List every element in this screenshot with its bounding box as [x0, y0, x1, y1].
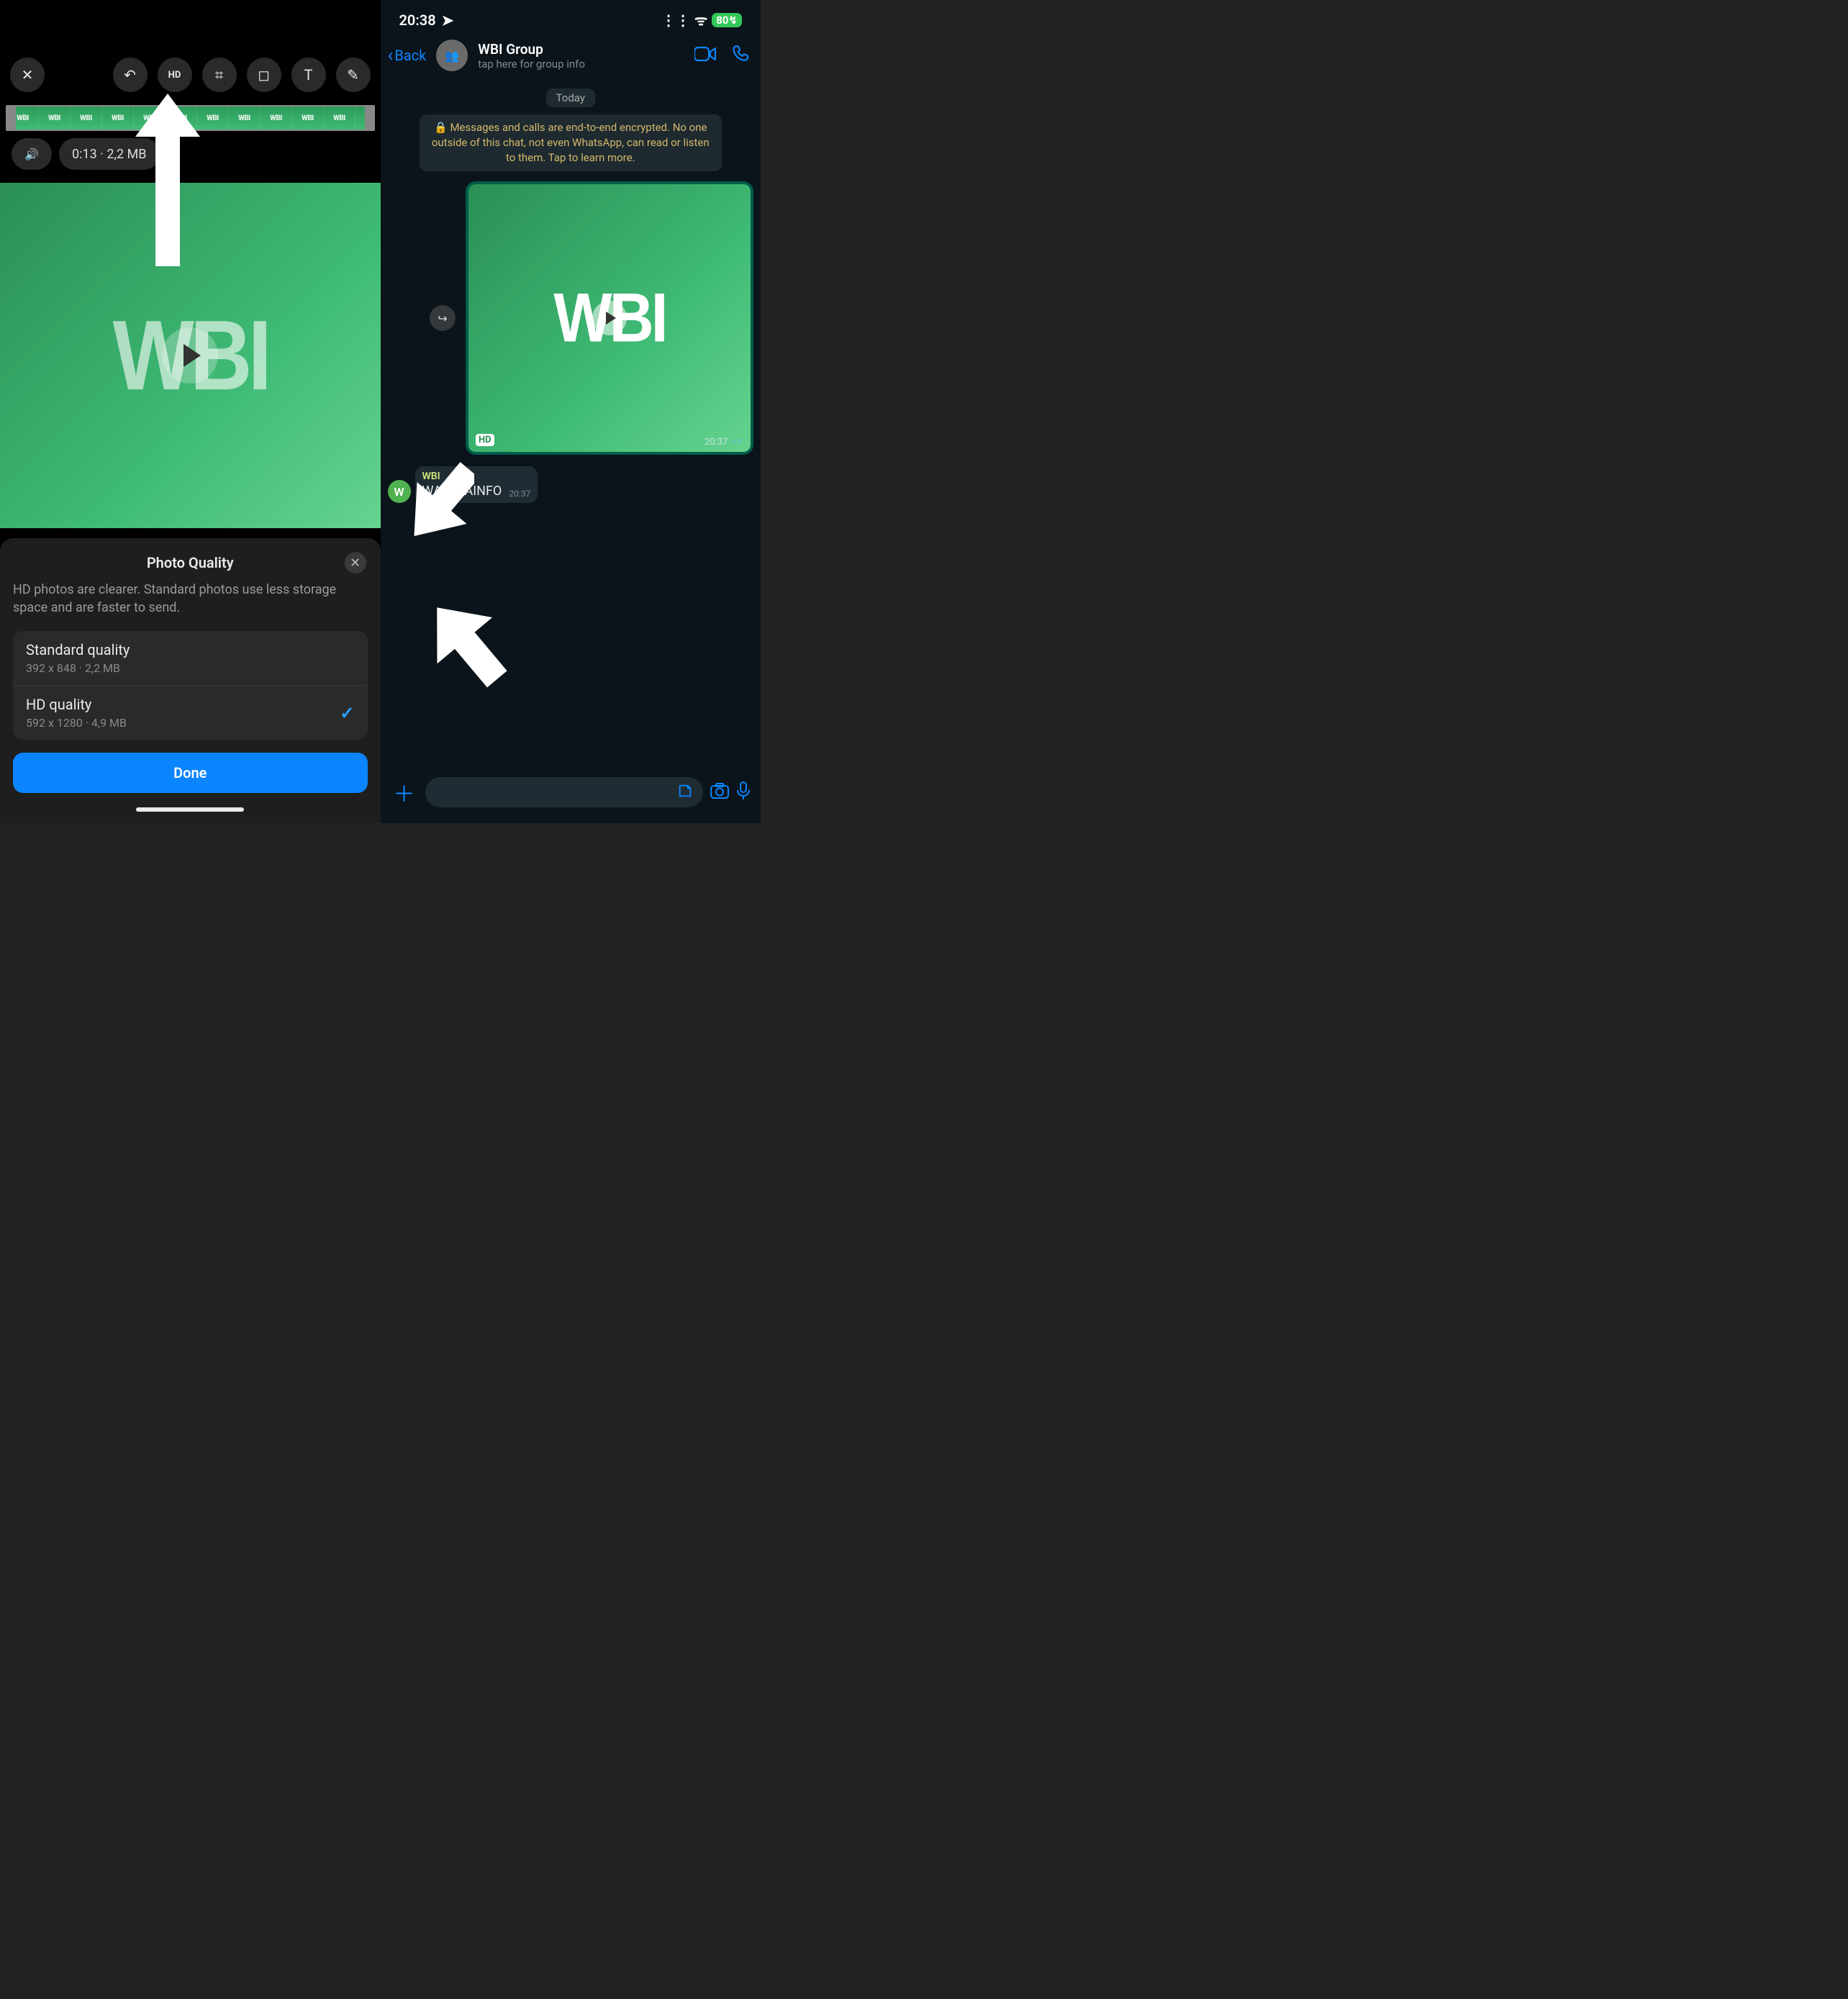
- done-button[interactable]: Done: [13, 753, 368, 793]
- mute-button[interactable]: 🔊: [12, 138, 52, 170]
- play-icon: [184, 344, 201, 367]
- play-icon: [606, 312, 616, 325]
- back-button[interactable]: ‹ Back: [388, 45, 427, 66]
- video-editor-screen: ✕ ↶ HD ⌗ ◻ T ✎ WBI WBI WBI WBI WBI WBI W…: [0, 0, 381, 823]
- close-icon: ✕: [22, 66, 34, 83]
- message-input[interactable]: [425, 777, 704, 807]
- close-icon: ✕: [350, 556, 361, 571]
- video-call-button[interactable]: [694, 46, 716, 65]
- option-subtitle: 592 x 1280 · 4,9 MB: [26, 716, 355, 730]
- sticker-input-icon[interactable]: [677, 783, 693, 802]
- annotation-arrow-down: [409, 460, 474, 546]
- text-button[interactable]: T: [291, 58, 326, 92]
- chat-header: ‹ Back 👥 WBI Group tap here for group in…: [381, 35, 761, 78]
- crop-button[interactable]: ⌗: [202, 58, 237, 92]
- lock-icon: 🔒: [434, 121, 448, 134]
- encryption-text: Messages and calls are end-to-end encryp…: [432, 121, 710, 164]
- volume-icon: 🔊: [24, 148, 39, 161]
- statusbar-left: 20:38 ➤: [399, 12, 454, 29]
- sender-avatar[interactable]: W: [388, 480, 411, 503]
- pen-icon: ✎: [347, 66, 359, 83]
- chat-screen: 20:38 ➤ ⋮⋮ ᯤ 80↯ ‹ Back 👥 WBI Group tap …: [381, 0, 761, 823]
- sticker-button[interactable]: ◻: [247, 58, 281, 92]
- hd-badge: HD: [476, 434, 494, 446]
- group-avatar[interactable]: 👥: [436, 40, 468, 71]
- trim-frame: WBI: [39, 106, 71, 130]
- quality-option-hd[interactable]: HD quality 592 x 1280 · 4,9 MB ✓: [13, 686, 368, 740]
- outgoing-media-bubble[interactable]: ↪ WBI HD 20:37 ✓✓: [466, 181, 753, 455]
- text-icon: T: [304, 66, 313, 83]
- media-play-button[interactable]: [592, 301, 627, 335]
- annotation-arrow-upleft: [424, 597, 510, 690]
- quality-option-standard[interactable]: Standard quality 392 x 848 · 2,2 MB: [13, 631, 368, 686]
- annotation-arrow-up: [135, 94, 200, 266]
- trim-frame: WBI: [324, 106, 355, 130]
- quality-options-list: Standard quality 392 x 848 · 2,2 MB HD q…: [13, 631, 368, 740]
- sheet-title: Photo Quality: [147, 554, 234, 571]
- sheet-description: HD photos are clearer. Standard photos u…: [13, 581, 368, 617]
- encryption-banner[interactable]: 🔒 Messages and calls are end-to-end encr…: [420, 114, 722, 171]
- sheet-close-button[interactable]: ✕: [345, 552, 366, 574]
- back-label: Back: [394, 47, 426, 64]
- signal-icon: ⋮⋮: [661, 12, 690, 29]
- trim-frame: WBI: [7, 106, 39, 130]
- attach-button[interactable]: ＋: [391, 776, 418, 808]
- voice-call-button[interactable]: [732, 45, 751, 66]
- selected-check-icon: ✓: [340, 703, 354, 723]
- chat-title: WBI Group: [478, 41, 679, 58]
- undo-button[interactable]: ↶: [113, 58, 148, 92]
- trim-frame: WBI: [229, 106, 261, 130]
- read-checks-icon: ✓✓: [730, 437, 742, 448]
- media-thumbnail[interactable]: WBI HD 20:37 ✓✓: [468, 184, 751, 452]
- trim-frame: WBI: [292, 106, 324, 130]
- photo-quality-sheet: Photo Quality ✕ HD photos are clearer. S…: [0, 538, 381, 823]
- chat-subtitle: tap here for group info: [478, 58, 679, 71]
- chevron-left-icon: ‹: [388, 45, 394, 66]
- trim-frame: WBI: [71, 106, 102, 130]
- hd-icon: HD: [168, 70, 181, 81]
- trim-frame: WBI: [197, 106, 229, 130]
- group-icon: 👥: [445, 49, 459, 63]
- wifi-icon: ᯤ: [694, 10, 707, 30]
- option-title: HD quality: [26, 696, 355, 713]
- forward-button[interactable]: ↪: [430, 305, 456, 331]
- play-button[interactable]: [162, 327, 218, 384]
- mic-button[interactable]: [736, 781, 751, 803]
- chat-title-area[interactable]: WBI Group tap here for group info: [478, 41, 679, 71]
- undo-icon: ↶: [124, 66, 136, 83]
- status-bar: 20:38 ➤ ⋮⋮ ᯤ 80↯: [381, 0, 761, 35]
- statusbar-right: ⋮⋮ ᯤ 80↯: [661, 10, 742, 30]
- close-button[interactable]: ✕: [10, 58, 45, 92]
- sticker-icon: ◻: [258, 66, 270, 83]
- home-indicator: [136, 807, 244, 812]
- option-subtitle: 392 x 848 · 2,2 MB: [26, 661, 355, 675]
- outgoing-time: 20:37 ✓✓: [705, 437, 742, 448]
- camera-button[interactable]: [710, 783, 729, 802]
- forward-icon: ↪: [438, 312, 447, 325]
- draw-button[interactable]: ✎: [336, 58, 371, 92]
- date-pill: Today: [546, 89, 595, 107]
- editor-toolbar: ✕ ↶ HD ⌗ ◻ T ✎: [0, 0, 381, 105]
- incoming-time: 20:37: [509, 489, 530, 499]
- chat-input-bar: ＋: [381, 771, 761, 823]
- trim-frame: WBI: [261, 106, 292, 130]
- crop-icon: ⌗: [215, 66, 223, 83]
- hd-quality-button[interactable]: HD: [158, 58, 192, 92]
- location-icon: ➤: [442, 12, 454, 29]
- battery-badge: 80↯: [712, 13, 742, 27]
- bolt-icon: ↯: [728, 14, 738, 27]
- option-title: Standard quality: [26, 641, 355, 658]
- status-time: 20:38: [399, 12, 436, 29]
- chat-body[interactable]: Today 🔒 Messages and calls are end-to-en…: [381, 78, 761, 772]
- trim-frame: WBI: [102, 106, 134, 130]
